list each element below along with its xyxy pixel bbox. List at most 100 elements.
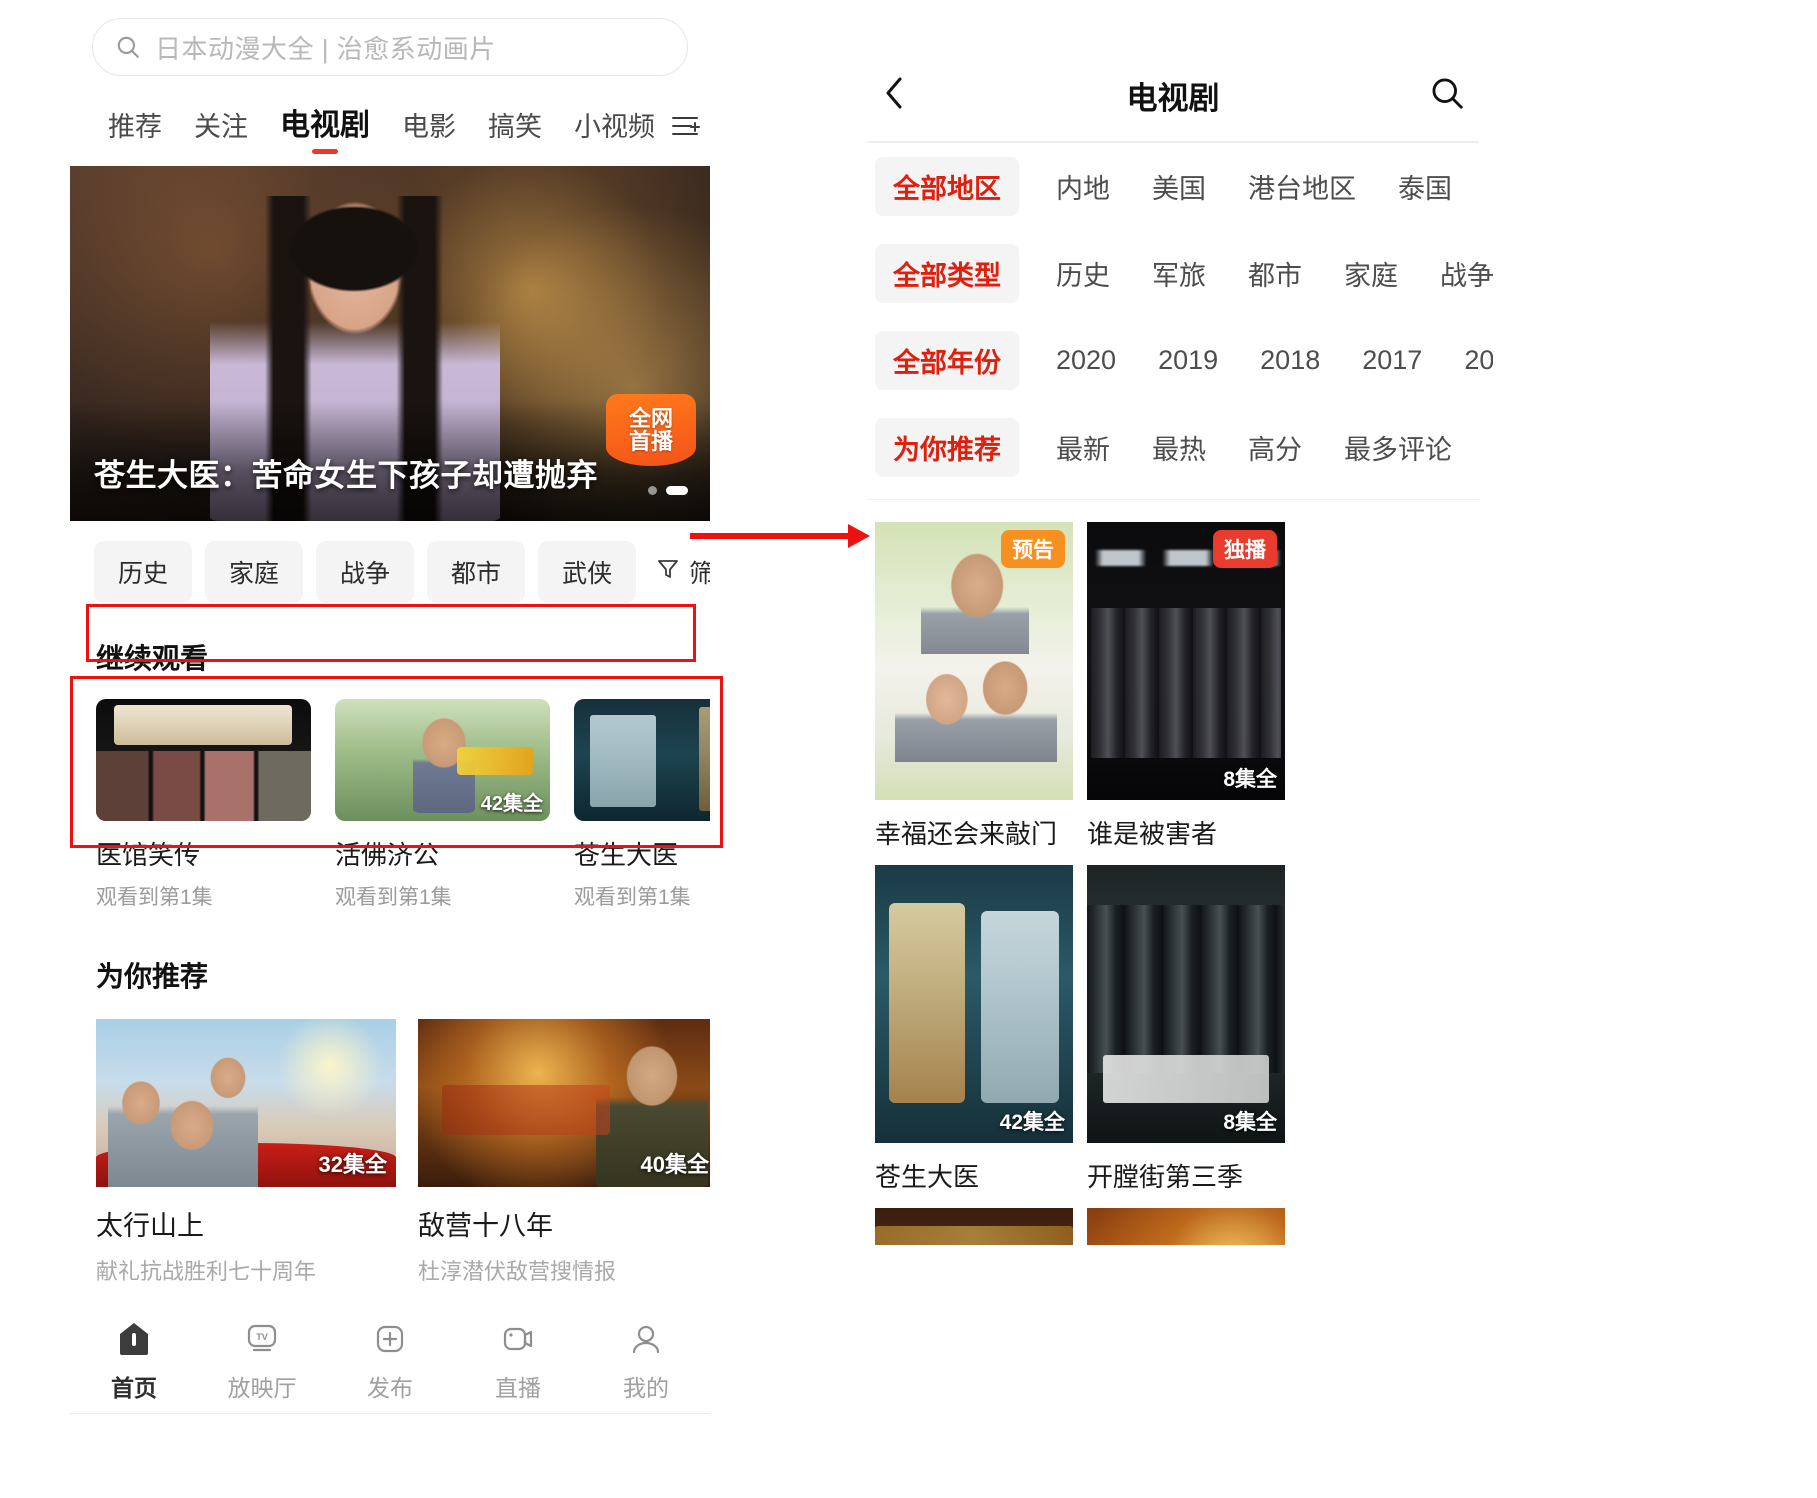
tv-icon: TV xyxy=(244,1319,280,1359)
tab-xiaoshipin[interactable]: 小视频 xyxy=(558,99,671,158)
back-button[interactable] xyxy=(881,73,923,118)
chip-jiating[interactable]: 家庭 xyxy=(205,541,304,603)
search-input[interactable]: 日本动漫大全 | 治愈系动画片 xyxy=(92,18,688,76)
filter-option-year-2[interactable]: 2018 xyxy=(1239,335,1341,386)
filter-option-type-2[interactable]: 都市 xyxy=(1227,244,1323,303)
filter-row-region: 全部地区 内地 美国 港台地区 泰国 其他 xyxy=(853,143,1493,230)
page-header: 电视剧 xyxy=(853,55,1493,135)
tab-guanzhu[interactable]: 关注 xyxy=(178,99,264,158)
filter-option-type-0[interactable]: 历史 xyxy=(1035,244,1131,303)
nav-item-home[interactable]: 首页 xyxy=(70,1319,198,1403)
filter-option-sort-1[interactable]: 最热 xyxy=(1131,418,1227,477)
list-item[interactable]: 32集全 太行山上 献礼抗战胜利七十周年 xyxy=(96,1019,396,1286)
tab-list-menu-button[interactable] xyxy=(671,113,701,158)
tab-dianying[interactable]: 电影 xyxy=(386,99,472,158)
filter-head-region[interactable]: 全部地区 xyxy=(875,156,1019,216)
poster-card[interactable]: 独播 8集全 谁是被害者 xyxy=(1087,522,1285,851)
filter-option-sort-4[interactable]: 最多弹 xyxy=(1473,418,1493,477)
featured-banner[interactable]: 全网 首播 苍生大医：苦命女生下孩子却遭抛弃 xyxy=(70,166,710,521)
search-placeholder-text: 日本动漫大全 | 治愈系动画片 xyxy=(155,33,496,64)
filter-option-region-1[interactable]: 美国 xyxy=(1131,157,1227,216)
thumbnail: 32集全 xyxy=(96,1019,396,1187)
filter-head-year[interactable]: 全部年份 xyxy=(875,330,1019,390)
poster-card[interactable]: 47集全 觉醒 xyxy=(875,1208,1073,1245)
list-item[interactable]: 37集全 医馆笑传 观看到第1集 xyxy=(96,699,311,911)
chevron-left-icon xyxy=(881,73,907,118)
thumbnail: 37集全 xyxy=(96,699,311,821)
annotation-arrow xyxy=(690,516,870,556)
poster-title: 谁是被害者 xyxy=(1087,819,1218,849)
episode-badge: 8集全 xyxy=(1223,1111,1277,1134)
live-camera-icon xyxy=(500,1319,536,1359)
filter-option-year-1[interactable]: 2019 xyxy=(1137,335,1239,386)
item-subtitle: 献礼抗战胜利七十周年 xyxy=(96,1259,317,1284)
thumbnail: 40集全 xyxy=(418,1019,710,1187)
search-bar-container: 日本动漫大全 | 治愈系动画片 xyxy=(70,0,710,86)
nav-item-publish[interactable]: 发布 xyxy=(326,1319,454,1403)
nav-item-profile[interactable]: 我的 xyxy=(582,1319,710,1403)
continue-watching-title: 继续观看 xyxy=(96,643,209,674)
poster-card[interactable]: 42集全 苍生大医 xyxy=(875,865,1073,1194)
filter-head-type[interactable]: 全部类型 xyxy=(875,243,1019,303)
nav-item-live[interactable]: 直播 xyxy=(454,1319,582,1403)
right-phone-screen: 电视剧 全部地区 内地 美国 港台地区 泰国 其他 全部类型 历史 军旅 都市 xyxy=(853,55,1493,1245)
banner-dot-active[interactable] xyxy=(666,486,688,495)
item-progress: 观看到第1集 xyxy=(335,886,452,909)
filter-option-type-4[interactable]: 战争 xyxy=(1419,244,1493,303)
tab-gaoxiao[interactable]: 搞笑 xyxy=(472,99,558,158)
filter-option-region-2[interactable]: 港台地区 xyxy=(1227,157,1377,216)
poster-thumbnail: 8集全 xyxy=(1087,865,1285,1143)
poster-card[interactable]: 8集全 开膛街第三季 xyxy=(1087,865,1285,1194)
poster-thumbnail: 48集全 xyxy=(1087,1208,1285,1245)
filter-option-region-0[interactable]: 内地 xyxy=(1035,157,1131,216)
chip-wuxia[interactable]: 武侠 xyxy=(538,541,637,603)
filter-option-year-3[interactable]: 2017 xyxy=(1341,335,1443,386)
filter-option-region-4[interactable]: 其他 xyxy=(1473,157,1493,216)
item-title: 太行山上 xyxy=(96,1211,204,1241)
bottom-navigation-bar: 首页 TV 放映厅 发布 直播 我的 xyxy=(70,1309,710,1414)
filter-option-year-4[interactable]: 2016 xyxy=(1443,335,1493,386)
chip-zhanzheng[interactable]: 战争 xyxy=(316,541,415,603)
genre-chip-row: 历史 家庭 战争 都市 武侠 筛选 xyxy=(70,521,710,619)
episode-badge: 42集全 xyxy=(480,793,543,815)
tab-dianshiju[interactable]: 电视剧 xyxy=(264,94,386,158)
poster-card[interactable]: 48集全 塞上风云记 xyxy=(1087,1208,1285,1245)
funnel-icon xyxy=(655,557,681,588)
chip-dushi[interactable]: 都市 xyxy=(427,541,526,603)
list-item[interactable]: 苍生大医 观看到第1集 xyxy=(574,699,710,911)
filter-button[interactable]: 筛选 xyxy=(649,554,710,590)
filter-option-year-0[interactable]: 2020 xyxy=(1035,335,1137,386)
filter-option-sort-0[interactable]: 最新 xyxy=(1035,418,1131,477)
banner-pagination-dots xyxy=(648,486,688,495)
left-phone-screen: 日本动漫大全 | 治愈系动画片 推荐 关注 电视剧 电影 搞笑 小视频 全网 首… xyxy=(70,0,710,1460)
svg-text:TV: TV xyxy=(256,1332,268,1342)
filter-option-type-3[interactable]: 家庭 xyxy=(1323,244,1419,303)
filter-option-sort-2[interactable]: 高分 xyxy=(1227,418,1323,477)
list-item[interactable]: 42集全 活佛济公 观看到第1集 xyxy=(335,699,550,911)
filter-row-type: 全部类型 历史 军旅 都市 家庭 战争 爱 xyxy=(853,230,1493,317)
poster-grid: 预告 幸福还会来敲门 独播 8集全 谁是被害者 42集全 苍生大医 8集全 开膛… xyxy=(853,500,1493,1245)
filter-row-year: 全部年份 2020 2019 2018 2017 2016 xyxy=(853,317,1493,404)
episode-badge: 42集全 xyxy=(999,1111,1065,1134)
list-item[interactable]: 40集全 敌营十八年 杜淳潜伏敌营搜情报 xyxy=(418,1019,710,1286)
filter-option-sort-3[interactable]: 最多评论 xyxy=(1323,418,1473,477)
item-progress: 观看到第1集 xyxy=(574,886,691,909)
chip-lishi[interactable]: 历史 xyxy=(94,541,193,603)
nav-item-theater[interactable]: TV 放映厅 xyxy=(198,1319,326,1403)
filter-button-label: 筛选 xyxy=(689,560,710,588)
poster-thumbnail: 47集全 xyxy=(875,1208,1073,1245)
banner-badge-line2: 首播 xyxy=(628,429,673,454)
banner-dot[interactable] xyxy=(648,486,657,495)
poster-card[interactable]: 预告 幸福还会来敲门 xyxy=(875,522,1073,851)
nav-label: 放映厅 xyxy=(227,1375,297,1401)
search-icon xyxy=(1429,75,1465,116)
page-title: 电视剧 xyxy=(1126,80,1220,116)
status-badge: 预告 xyxy=(1001,530,1065,568)
filter-option-region-3[interactable]: 泰国 xyxy=(1377,157,1473,216)
search-button[interactable] xyxy=(1423,75,1465,116)
filter-option-type-1[interactable]: 军旅 xyxy=(1131,244,1227,303)
tab-tuijian[interactable]: 推荐 xyxy=(92,99,178,158)
item-progress: 观看到第1集 xyxy=(96,886,213,909)
filter-head-sort[interactable]: 为你推荐 xyxy=(875,417,1019,477)
banner-title: 苍生大医：苦命女生下孩子却遭抛弃 xyxy=(94,458,598,493)
